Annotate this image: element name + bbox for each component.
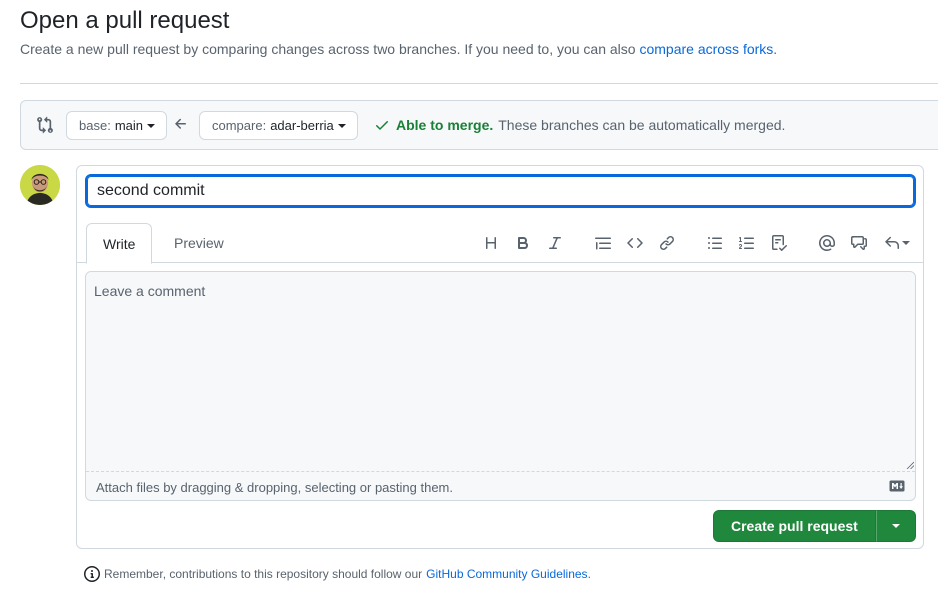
editor-tab-strip: Write Preview (77, 223, 923, 264)
mention-icon (819, 235, 835, 251)
base-branch-select[interactable]: base: main (66, 111, 167, 140)
chevron-down-icon (891, 524, 900, 528)
avatar[interactable] (20, 165, 60, 205)
comment-editor: Attach files by dragging & dropping, sel… (85, 271, 916, 501)
chevron-down-icon (902, 241, 910, 245)
bold-icon (518, 237, 529, 249)
comment-textarea[interactable] (86, 272, 915, 471)
create-pr-button-group: Create pull request (713, 510, 916, 542)
reply-icon (885, 236, 899, 249)
bold-button[interactable] (512, 232, 534, 254)
bulleted-list-button[interactable] (704, 232, 726, 254)
guidelines-text: Remember, contributions to this reposito… (104, 567, 423, 581)
quote-button[interactable] (592, 232, 614, 254)
heading-button[interactable] (480, 232, 502, 254)
compare-branch-name: adar-berria (270, 118, 334, 133)
subtitle-end: . (773, 41, 778, 57)
attach-files-bar[interactable]: Attach files by dragging & dropping, sel… (86, 471, 915, 500)
info-icon (84, 566, 100, 582)
create-pull-request-button[interactable]: Create pull request (713, 510, 876, 542)
header-divider (20, 83, 938, 84)
arrow-left-icon (175, 118, 186, 129)
task-list-button[interactable] (768, 232, 790, 254)
chevron-down-icon (337, 123, 346, 128)
community-guidelines-note: Remember, contributions to this reposito… (84, 566, 591, 582)
avatar-image (20, 165, 60, 205)
cross-reference-icon (851, 236, 867, 250)
numbered-list-button[interactable] (736, 232, 758, 254)
reply-button[interactable] (882, 232, 912, 254)
numbered-list-icon (739, 237, 754, 249)
compare-across-forks-link[interactable]: compare across forks (639, 41, 773, 57)
base-branch-name: main (114, 118, 143, 133)
pr-title-input[interactable] (85, 174, 916, 208)
link-button[interactable] (656, 232, 678, 254)
compare-branch-select[interactable]: compare: adar-berria (199, 111, 358, 140)
merge-ok-label: Able to merge. (396, 117, 494, 133)
chevron-down-icon (147, 123, 155, 128)
task-list-icon (772, 235, 787, 251)
link-icon (659, 235, 675, 251)
bulleted-list-icon (708, 237, 722, 249)
page-title: Open a pull request (20, 7, 230, 34)
guidelines-end: . (587, 567, 591, 581)
compare-branches-icon (37, 116, 53, 134)
merge-status: Able to merge. These branches can be aut… (374, 117, 785, 133)
quote-icon (595, 237, 611, 250)
italic-button[interactable] (544, 232, 566, 254)
subtitle-text: Create a new pull request by comparing c… (20, 41, 636, 57)
check-icon (376, 121, 388, 130)
compare-label: compare: (212, 118, 267, 133)
tab-preview[interactable]: Preview (158, 223, 240, 263)
range-editor: base: main compare: adar-berria Able to … (20, 100, 938, 150)
mention-button[interactable] (816, 232, 838, 254)
heading-icon (486, 237, 496, 249)
attach-files-text: Attach files by dragging & dropping, sel… (96, 480, 453, 495)
code-button[interactable] (624, 232, 646, 254)
markdown-icon[interactable] (889, 480, 905, 492)
code-icon (627, 237, 643, 249)
create-pr-options-button[interactable] (875, 510, 916, 542)
base-label: base: (79, 118, 111, 133)
pull-request-form: Write Preview (76, 165, 924, 549)
merge-status-text: These branches can be automatically merg… (498, 117, 786, 133)
italic-icon (549, 237, 561, 249)
tab-write[interactable]: Write (86, 223, 153, 264)
resize-grip-icon[interactable] (906, 461, 914, 469)
page-subtitle: Create a new pull request by comparing c… (20, 40, 777, 58)
community-guidelines-link[interactable]: GitHub Community Guidelines (426, 567, 587, 581)
cross-reference-button[interactable] (848, 232, 870, 254)
